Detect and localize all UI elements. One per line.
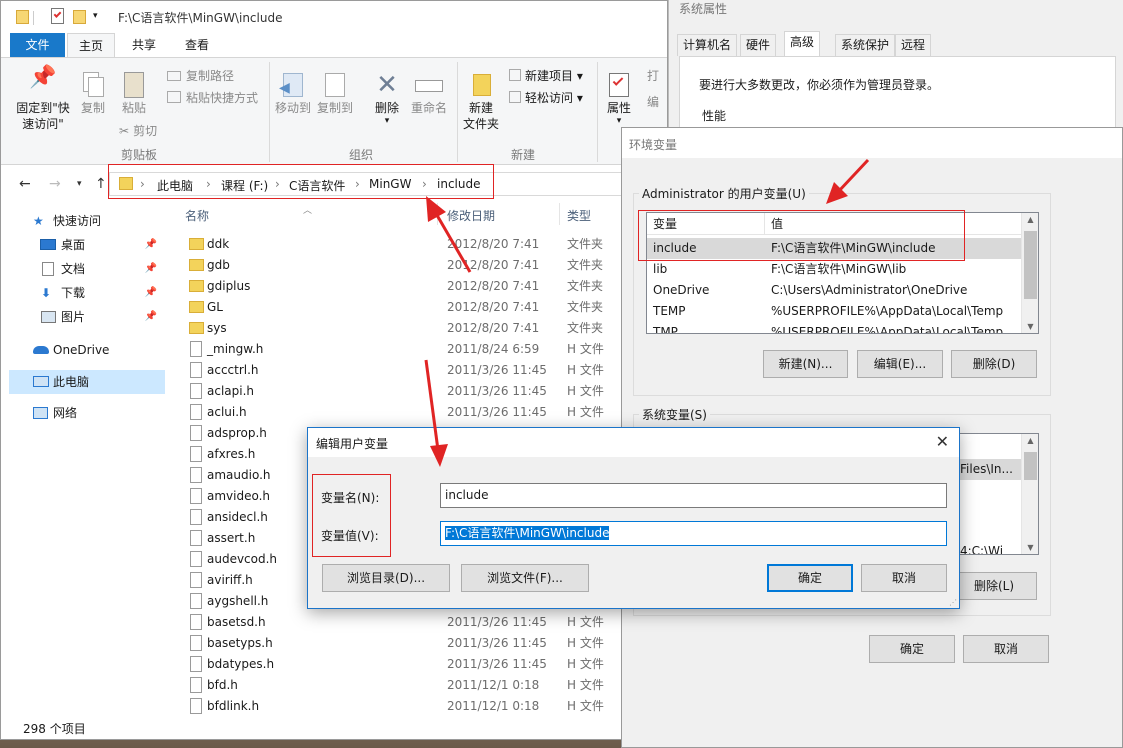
arrow-line bbox=[836, 158, 870, 194]
tab-advanced[interactable]: 高级 bbox=[784, 31, 821, 56]
arrow-line bbox=[424, 359, 440, 451]
arrowhead-icon bbox=[430, 444, 448, 467]
arrow-line bbox=[432, 209, 472, 273]
annotation-arrows bbox=[424, 158, 870, 467]
arrowhead-icon bbox=[426, 196, 446, 222]
